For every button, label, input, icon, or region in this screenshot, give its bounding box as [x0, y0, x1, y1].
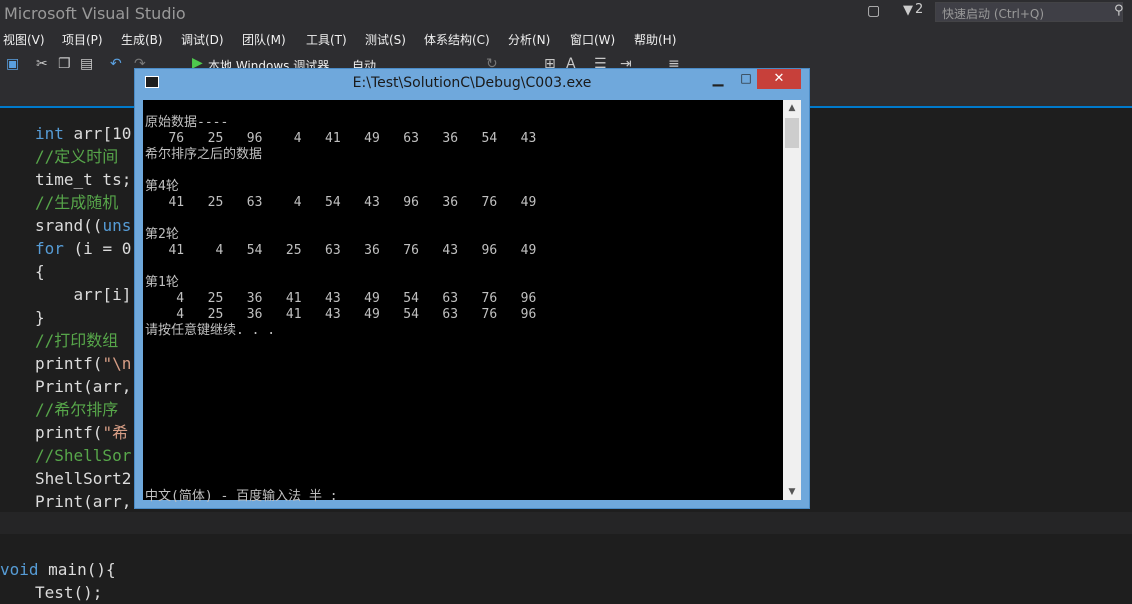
filter-icon[interactable]: ▼ — [903, 3, 913, 18]
code-keyword: uns — [102, 216, 132, 235]
code-line: Test(); — [35, 583, 103, 602]
code-line: arr[i] — [35, 285, 132, 304]
console-window[interactable]: E:\Test\SolutionC\Debug\C003.exe ▁ □ ✕ 原… — [134, 68, 810, 509]
console-scrollbar[interactable]: ▲ ▼ — [783, 100, 801, 500]
copy-icon[interactable]: ❐ — [58, 56, 71, 72]
scroll-down-arrow-icon[interactable]: ▼ — [783, 484, 801, 500]
code-keyword: for — [35, 239, 64, 258]
search-icon[interactable]: ⚲ — [1114, 3, 1124, 18]
console-output: 原始数据---- 76 25 96 4 41 49 63 36 54 43 希尔… — [145, 115, 537, 338]
code-text: printf( — [35, 354, 103, 373]
code-keyword: int — [35, 124, 64, 143]
code-text: main(){ — [38, 560, 116, 579]
menu-test[interactable]: 测试(S) — [365, 31, 406, 48]
code-line: Print(arr, — [35, 492, 132, 511]
menu-debug[interactable]: 调试(D) — [181, 31, 224, 48]
code-line: srand((uns — [35, 214, 131, 237]
scroll-thumb[interactable] — [785, 118, 799, 148]
maximize-button[interactable]: □ — [733, 71, 759, 91]
menu-view[interactable]: 视图(V) — [3, 31, 45, 48]
paste-icon[interactable]: ▤ — [80, 56, 93, 72]
quick-launch-placeholder: 快速启动 (Ctrl+Q) — [942, 7, 1045, 21]
code-string: "\n — [102, 354, 132, 373]
scroll-up-arrow-icon[interactable]: ▲ — [783, 100, 801, 116]
code-text: printf( — [35, 423, 103, 442]
menu-project[interactable]: 项目(P) — [62, 31, 103, 48]
code-line: void main(){ — [0, 558, 116, 581]
code-text: arr[10 — [63, 124, 132, 143]
menu-analyze[interactable]: 分析(N) — [508, 31, 550, 48]
close-button[interactable]: ✕ — [757, 69, 801, 89]
vs-title-bar: Microsoft Visual Studio ▢ ▼ 2 快速启动 (Ctrl… — [0, 0, 1132, 28]
code-comment: //生成随机 — [35, 193, 119, 212]
code-line: printf("希 — [35, 421, 128, 444]
save-all-icon[interactable]: ▣ — [6, 56, 19, 72]
code-string: "希 — [102, 423, 129, 442]
cut-icon[interactable]: ✂ — [36, 56, 48, 72]
menu-bar: 视图(V) 项目(P) 生成(B) 调试(D) 团队(M) 工具(T) 测试(S… — [0, 28, 1132, 50]
code-comment: //ShellSor — [35, 446, 132, 465]
code-line: } — [35, 308, 45, 327]
code-line: Print(arr, — [35, 377, 132, 396]
code-comment: //希尔排序 — [35, 400, 119, 419]
code-line: for (i = 0 — [35, 237, 131, 260]
menu-architecture[interactable]: 体系结构(C) — [424, 31, 490, 48]
code-text: (i = 0 — [63, 239, 132, 258]
menu-help[interactable]: 帮助(H) — [634, 31, 676, 48]
console-title-bar[interactable]: E:\Test\SolutionC\Debug\C003.exe ▁ □ ✕ — [135, 69, 809, 99]
code-text: srand(( — [35, 216, 103, 235]
undo-icon[interactable]: ↶ — [110, 56, 122, 72]
app-title: Microsoft Visual Studio — [4, 4, 186, 23]
menu-tools[interactable]: 工具(T) — [306, 31, 347, 48]
filter-count: 2 — [915, 2, 924, 17]
editor-divider — [0, 512, 1132, 534]
code-line: printf("\n — [35, 352, 131, 375]
code-line: ShellSort2 — [35, 469, 132, 488]
minimize-button[interactable]: ▁ — [705, 71, 731, 91]
code-comment: //打印数组 — [35, 331, 119, 350]
code-line: int arr[10 — [35, 122, 131, 145]
code-line: time_t ts; — [35, 170, 132, 189]
menu-window[interactable]: 窗口(W) — [570, 31, 615, 48]
console-output-area[interactable]: 原始数据---- 76 25 96 4 41 49 63 36 54 43 希尔… — [143, 100, 783, 504]
notification-icon[interactable]: ▢ — [867, 3, 880, 19]
code-line: { — [35, 262, 45, 281]
code-keyword: void — [0, 560, 39, 579]
code-comment: //定义时间 — [35, 147, 119, 166]
menu-team[interactable]: 团队(M) — [242, 31, 286, 48]
quick-launch-input[interactable]: 快速启动 (Ctrl+Q) ⚲ — [935, 2, 1124, 22]
menu-build[interactable]: 生成(B) — [121, 31, 163, 48]
ime-status: 中文(简体) - 百度输入法 半 : — [145, 489, 338, 504]
